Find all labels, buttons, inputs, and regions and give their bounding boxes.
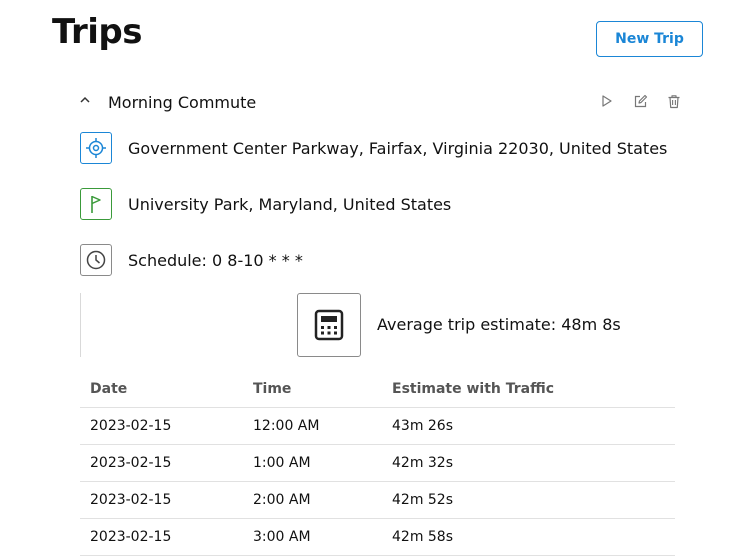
cell-time: 1:00 AM [243,444,382,482]
target-icon [80,132,112,164]
cell-date: 2023-02-15 [80,444,243,482]
estimates-table: Date Time Estimate with Traffic 2023-02-… [80,371,675,556]
trip-name: Morning Commute [108,93,257,112]
flag-icon [80,188,112,220]
cell-date: 2023-02-15 [80,407,243,445]
cell-time: 2:00 AM [243,481,382,519]
average-estimate: Average trip estimate: 48m 8s [377,315,621,334]
table-row: 2023-02-15 2:00 AM 42m 52s [80,481,675,519]
calculator-icon [297,293,361,357]
table-row: 2023-02-15 12:00 AM 43m 26s [80,407,675,445]
origin-address: Government Center Parkway, Fairfax, Virg… [128,139,668,158]
cell-estimate: 43m 26s [382,407,675,445]
trip-header: Morning Commute [76,88,691,116]
clock-icon [80,244,112,276]
new-trip-button[interactable]: New Trip [596,21,703,57]
play-icon[interactable] [598,92,616,110]
page-title: Trips [52,12,142,52]
timeline-divider [80,293,81,357]
column-header-date: Date [80,371,243,408]
table-row: 2023-02-15 1:00 AM 42m 32s [80,444,675,482]
cell-estimate: 42m 32s [382,444,675,482]
cell-estimate: 42m 52s [382,481,675,519]
schedule-text: Schedule: 0 8-10 * * * [128,251,303,270]
destination-address: University Park, Maryland, United States [128,195,452,214]
column-header-estimate: Estimate with Traffic [382,371,675,408]
chevron-up-icon[interactable] [76,90,94,110]
cell-time: 3:00 AM [243,518,382,556]
cell-date: 2023-02-15 [80,481,243,519]
cell-date: 2023-02-15 [80,518,243,556]
cell-time: 12:00 AM [243,407,382,445]
cell-estimate: 42m 58s [382,518,675,556]
trash-icon[interactable] [665,92,683,110]
table-header-row: Date Time Estimate with Traffic [80,371,675,408]
edit-icon[interactable] [631,92,649,110]
table-row: 2023-02-15 3:00 AM 42m 58s [80,518,675,556]
column-header-time: Time [243,371,382,408]
